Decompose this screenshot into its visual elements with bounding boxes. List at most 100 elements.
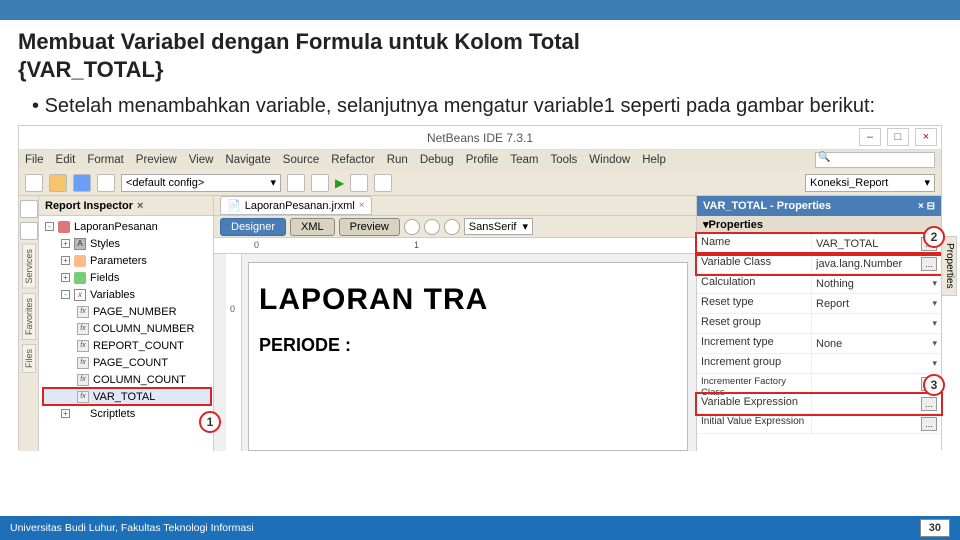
font-select[interactable]: SansSerif▾	[464, 218, 533, 235]
prop-increment-group[interactable]: Increment group▾	[697, 354, 941, 374]
prop-calculation[interactable]: CalculationNothing▾	[697, 274, 941, 294]
tree-var-report-count[interactable]: fxREPORT_COUNT	[43, 337, 211, 354]
window-buttons: – □ ×	[859, 128, 937, 146]
tab-services[interactable]: Services	[22, 244, 36, 289]
close-icon[interactable]: ×	[359, 200, 365, 211]
minimize-button[interactable]: –	[859, 128, 881, 146]
menu-refactor[interactable]: Refactor	[331, 154, 374, 166]
ruler-mark: 0	[254, 240, 259, 250]
menu-team[interactable]: Team	[510, 154, 538, 166]
prop-name[interactable]: NameVAR_TOTAL...	[697, 234, 941, 254]
slide-bullet: Setelah menambahkan variable, selanjutny…	[18, 93, 942, 119]
edit-button[interactable]: ...	[921, 257, 937, 271]
chevron-down-icon[interactable]: ▾	[932, 298, 937, 309]
tree-var-column-number[interactable]: fxCOLUMN_NUMBER	[43, 320, 211, 337]
document-tab[interactable]: 📄 LaporanPesanan.jrxml ×	[220, 196, 372, 215]
menu-navigate[interactable]: Navigate	[225, 154, 270, 166]
report-subtitle-text[interactable]: PERIODE :	[259, 335, 677, 356]
build-icon[interactable]	[287, 174, 305, 192]
prop-incrementer-factory[interactable]: Incrementer Factory Class...	[697, 374, 941, 394]
tree-var-total[interactable]: fxVAR_TOTAL	[43, 388, 211, 405]
properties-section[interactable]: ▾ Properties	[697, 216, 941, 234]
chevron-down-icon[interactable]: ▾	[932, 318, 937, 329]
gutter-icon-1[interactable]	[20, 200, 38, 218]
edit-button[interactable]: ...	[921, 417, 937, 431]
zoom-fit-icon[interactable]	[444, 219, 460, 235]
menu-run[interactable]: Run	[387, 154, 408, 166]
connection-select[interactable]: Koneksi_Report ▾	[805, 174, 935, 192]
tree-styles[interactable]: +AStyles	[43, 235, 211, 252]
expand-icon[interactable]: +	[61, 273, 70, 282]
tree-parameters[interactable]: +Parameters	[43, 252, 211, 269]
inspector-tree: -LaporanPesanan +AStyles +Parameters +Fi…	[39, 216, 213, 424]
close-icon[interactable]: ×	[137, 200, 143, 212]
prop-reset-type[interactable]: Reset typeReport▾	[697, 294, 941, 314]
design-canvas[interactable]: 0 LAPORAN TRA PERIODE :	[214, 254, 696, 451]
tab-files[interactable]: Files	[22, 344, 36, 373]
menu-window[interactable]: Window	[589, 154, 630, 166]
tree-var-page-number[interactable]: fxPAGE_NUMBER	[43, 303, 211, 320]
tab-xml[interactable]: XML	[290, 218, 335, 236]
tab-properties-side[interactable]: Properties	[941, 236, 957, 296]
prop-variable-class[interactable]: Variable Classjava.lang.Number...	[697, 254, 941, 274]
fx-icon: fx	[77, 340, 89, 352]
clean-build-icon[interactable]	[311, 174, 329, 192]
tab-preview[interactable]: Preview	[339, 218, 400, 236]
menu-format[interactable]: Format	[87, 154, 123, 166]
tree-root[interactable]: -LaporanPesanan	[43, 218, 211, 235]
close-button[interactable]: ×	[915, 128, 937, 146]
menu-file[interactable]: File	[25, 154, 44, 166]
zoom-out-icon[interactable]	[424, 219, 440, 235]
prop-variable-expression[interactable]: Variable Expression...	[697, 394, 941, 414]
menu-profile[interactable]: Profile	[466, 154, 499, 166]
expand-icon[interactable]: +	[61, 256, 70, 265]
menu-debug[interactable]: Debug	[420, 154, 454, 166]
menu-view[interactable]: View	[189, 154, 214, 166]
slide-footer: Universitas Budi Luhur, Fakultas Teknolo…	[0, 516, 960, 540]
prop-initial-value-expression[interactable]: Initial Value Expression...	[697, 414, 941, 434]
edit-button[interactable]: ...	[921, 397, 937, 411]
fx-icon: fx	[77, 391, 89, 403]
search-input[interactable]	[815, 152, 935, 168]
gutter-icon-2[interactable]	[20, 222, 38, 240]
debug-icon[interactable]	[350, 174, 368, 192]
ruler-mark: 1	[414, 240, 419, 250]
chevron-down-icon[interactable]: ▾	[932, 278, 937, 289]
profile-icon[interactable]	[374, 174, 392, 192]
tree-var-page-count[interactable]: fxPAGE_COUNT	[43, 354, 211, 371]
expand-icon[interactable]: +	[61, 409, 70, 418]
inspector-tab[interactable]: Report Inspector ×	[39, 196, 213, 216]
save-all-icon[interactable]	[73, 174, 91, 192]
tree-var-column-count[interactable]: fxCOLUMN_COUNT	[43, 371, 211, 388]
chevron-down-icon[interactable]: ▾	[932, 338, 937, 349]
run-icon[interactable]: ▶	[335, 176, 344, 190]
menu-help[interactable]: Help	[642, 154, 666, 166]
open-project-icon[interactable]	[49, 174, 67, 192]
prop-increment-type[interactable]: Increment typeNone▾	[697, 334, 941, 354]
tree-variables[interactable]: -xVariables	[43, 286, 211, 303]
undo-icon[interactable]	[97, 174, 115, 192]
tab-designer[interactable]: Designer	[220, 218, 286, 236]
menu-tools[interactable]: Tools	[550, 154, 577, 166]
maximize-button[interactable]: □	[887, 128, 909, 146]
expand-icon[interactable]: -	[45, 222, 54, 231]
tree-scriptlets[interactable]: +Scriptlets	[43, 405, 211, 422]
menu-source[interactable]: Source	[283, 154, 319, 166]
fx-icon: fx	[77, 357, 89, 369]
menu-edit[interactable]: Edit	[56, 154, 76, 166]
tab-favorites[interactable]: Favorites	[22, 293, 36, 340]
main-toolbar: <default config> ▾ ▶ Koneksi_Report ▾	[19, 170, 941, 196]
new-file-icon[interactable]	[25, 174, 43, 192]
menu-preview[interactable]: Preview	[136, 154, 177, 166]
expand-icon[interactable]: +	[61, 239, 70, 248]
config-select[interactable]: <default config> ▾	[121, 174, 281, 192]
prop-reset-group[interactable]: Reset group▾	[697, 314, 941, 334]
slide-top-accent	[0, 0, 960, 20]
chevron-down-icon[interactable]: ▾	[932, 358, 937, 369]
tree-fields[interactable]: +Fields	[43, 269, 211, 286]
report-title-text[interactable]: LAPORAN TRA	[259, 283, 677, 317]
jrxml-icon: 📄	[227, 199, 241, 212]
close-icon[interactable]: × ⊟	[918, 201, 935, 212]
collapse-icon[interactable]: -	[61, 290, 70, 299]
zoom-in-icon[interactable]	[404, 219, 420, 235]
